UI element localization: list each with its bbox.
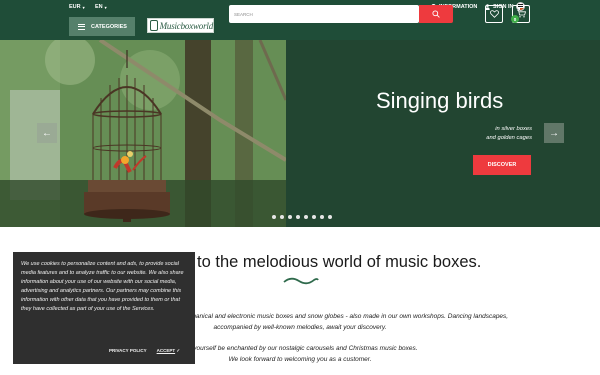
chevron-down-icon: ▾ (104, 4, 107, 10)
categories-button[interactable]: CATEGORIES (69, 17, 135, 36)
carousel-dot[interactable] (296, 215, 300, 219)
carousel-dot[interactable] (272, 215, 276, 219)
currency-label: EUR (69, 4, 81, 10)
search-placeholder: SEARCH (234, 11, 253, 17)
carousel-dot[interactable] (320, 215, 324, 219)
categories-label: CATEGORIES (91, 23, 127, 30)
arrow-right-icon: → (549, 127, 559, 139)
accept-label: ACCEPT (156, 348, 176, 353)
carousel-prev-button[interactable]: ← (37, 123, 57, 143)
cookie-banner: We use cookies to personalize content an… (13, 252, 195, 364)
cookie-text: We use cookies to personalize content an… (21, 261, 184, 312)
carousel-dot[interactable] (280, 215, 284, 219)
carousel-dots (272, 215, 332, 219)
cookie-actions: PRIVACY POLICY ACCEPT ✓ (109, 346, 180, 355)
logo[interactable]: Musicboxworld (147, 18, 214, 33)
carousel-next-button[interactable]: → (544, 123, 564, 143)
accept-cookies-button[interactable]: ACCEPT ✓ (157, 346, 181, 355)
chevron-down-icon: ▾ (82, 4, 85, 10)
check-icon: ✓ (176, 348, 181, 353)
heart-icon (489, 10, 499, 18)
search-button[interactable] (419, 5, 453, 23)
hero-subtitle-line-1: in silver boxes (495, 126, 532, 132)
music-box-logo-icon (150, 20, 158, 31)
carousel-dot[interactable] (328, 215, 332, 219)
language-label: EN (95, 4, 103, 10)
carousel-dot[interactable] (304, 215, 308, 219)
hero-title: Singing birds (376, 88, 504, 113)
decorative-swirl-icon (283, 277, 319, 285)
carousel-dot[interactable] (288, 215, 292, 219)
wishlist-button[interactable] (485, 5, 503, 23)
menu-icon (78, 23, 85, 30)
logo-text: Musicboxworld (159, 20, 214, 31)
language-selector[interactable]: EN ▾ (95, 4, 107, 10)
search-icon (432, 10, 440, 18)
search-input[interactable]: SEARCH (229, 5, 419, 23)
hero-subtitle: in silver boxes and golden cages (448, 125, 532, 143)
arrow-left-icon: ← (42, 127, 52, 139)
privacy-policy-link[interactable]: PRIVACY POLICY (109, 346, 147, 355)
carousel-dot[interactable] (312, 215, 316, 219)
currency-selector[interactable]: EUR ▾ (69, 4, 85, 10)
hero-subtitle-line-2: and golden cages (486, 135, 532, 141)
discover-button[interactable]: DISCOVER (473, 155, 531, 175)
cart-count-badge: 0 (511, 15, 519, 23)
